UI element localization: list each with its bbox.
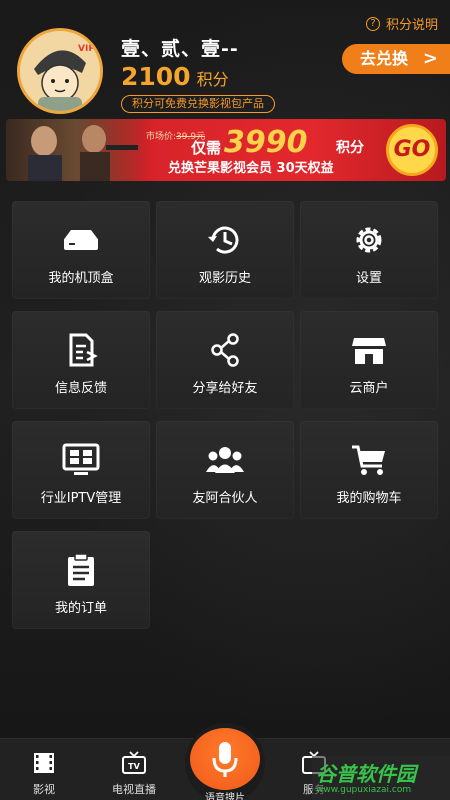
tile-share[interactable]: 分享给好友: [156, 311, 294, 409]
partners-group-icon: [206, 447, 244, 473]
tv-icon: TV: [122, 751, 146, 774]
nav-label: 影视: [33, 783, 55, 796]
movie-actors-image: [28, 125, 138, 181]
svg-text:TV: TV: [128, 762, 140, 771]
store-icon: [352, 338, 386, 364]
username: 壹、贰、壹--: [121, 38, 239, 60]
share-icon: [211, 333, 239, 367]
avatar[interactable]: VIP: [17, 28, 103, 114]
nav-item-live-tv[interactable]: TV 电视直播: [104, 739, 164, 800]
watermark-url: www.gupuxiazai.com: [316, 785, 412, 795]
tile-label: 分享给好友: [192, 381, 258, 396]
banner-points: 3990: [224, 125, 308, 160]
points-unit: 积分: [196, 70, 229, 89]
tile-cloud-merchant[interactable]: 云商户: [300, 311, 438, 409]
promo-banner[interactable]: 市场价:39.9元 仅需 3990 积分 兑换芒果影视会员 30天权益 GO: [6, 119, 446, 181]
exchange-button-label: 去兑换: [360, 49, 409, 68]
tile-partners[interactable]: 友阿合伙人: [156, 421, 294, 519]
shopping-cart-icon: [352, 445, 385, 475]
banner-movie-image: [6, 119, 146, 181]
tile-label: 观影历史: [198, 271, 251, 286]
exchange-button[interactable]: 去兑换 >: [342, 44, 450, 74]
points-help-link[interactable]: ? 积分说明: [365, 14, 438, 33]
banner-only-label: 仅需: [191, 139, 222, 157]
market-price-prefix: 市场价:: [146, 132, 177, 142]
tile-label: 行业IPTV管理: [40, 491, 122, 506]
avatar-illustration-icon: VIP: [20, 31, 100, 111]
banner-points-unit: 积分: [336, 140, 364, 156]
vip-badge: VIP: [78, 44, 95, 54]
film-icon: [34, 753, 54, 773]
history-clock-icon: [208, 226, 239, 254]
profile-header: ? 积分说明 VIP 壹、贰、壹-- 2100 积分 积分可免费兑换影视包产品 …: [0, 0, 450, 118]
points-summary: 2100 积分: [121, 62, 229, 91]
points-tip-badge: 积分可免费兑换影视包产品: [121, 95, 275, 113]
tile-label: 我的机顶盒: [48, 271, 114, 286]
banner-go-button[interactable]: GO: [386, 124, 438, 176]
tile-shopping-cart[interactable]: 我的购物车: [300, 421, 438, 519]
tile-label: 友阿合伙人: [192, 491, 258, 506]
watermark: 谷普软件园 www.gupuxiazai.com: [312, 756, 450, 800]
clipboard-icon: [68, 553, 94, 586]
tile-label: 云商户: [349, 381, 389, 396]
watermark-title: 谷普软件园: [316, 762, 416, 786]
nav-item-movies[interactable]: 影视: [14, 739, 74, 800]
tile-label: 设置: [355, 271, 382, 286]
question-icon: ?: [365, 16, 380, 31]
voice-search-button[interactable]: 语音搜片: [185, 723, 265, 800]
banner-description: 兑换芒果影视会员 30天权益: [168, 161, 334, 176]
set-top-box-icon: [64, 230, 98, 250]
voice-button-circle: [190, 728, 260, 790]
tile-label: 我的订单: [54, 601, 107, 616]
nav-label: 电视直播: [112, 783, 156, 796]
points-value: 2100: [121, 62, 191, 91]
tile-label: 我的购物车: [336, 491, 402, 506]
feedback-document-icon: [69, 333, 98, 367]
tile-my-orders[interactable]: 我的订单: [12, 531, 150, 629]
tile-watch-history[interactable]: 观影历史: [156, 201, 294, 299]
chevron-right-icon: >: [422, 48, 438, 69]
tile-label: 信息反馈: [54, 381, 107, 396]
voice-search-label: 语音搜片: [205, 793, 245, 800]
points-help-label: 积分说明: [385, 18, 438, 33]
gear-icon: [356, 227, 382, 253]
tile-my-set-top-box[interactable]: 我的机顶盒: [12, 201, 150, 299]
iptv-monitor-icon: [62, 443, 100, 475]
tile-settings[interactable]: 设置: [300, 201, 438, 299]
tile-iptv-management[interactable]: 行业IPTV管理: [12, 421, 150, 519]
microphone-icon: [212, 742, 238, 777]
tile-feedback[interactable]: 信息反馈: [12, 311, 150, 409]
